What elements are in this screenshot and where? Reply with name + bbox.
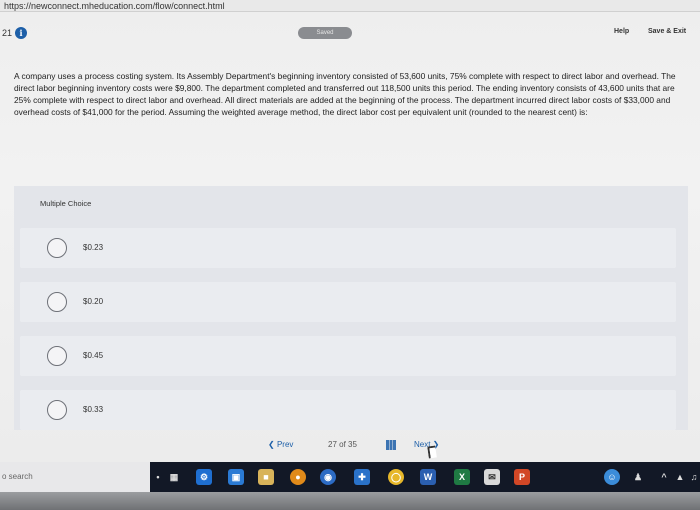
volume-icon[interactable]: ♫ [686, 469, 700, 485]
choice-label: $0.45 [83, 351, 104, 360]
chevron-up-icon[interactable]: ^ [656, 469, 672, 485]
radio-button[interactable] [47, 346, 67, 366]
multiple-choice-label: Multiple Choice [40, 199, 92, 208]
powerpoint-icon[interactable]: P [514, 469, 530, 485]
excel-icon[interactable]: X [454, 469, 470, 485]
choice-label: $0.23 [83, 243, 104, 252]
mail-icon[interactable]: ✉ [484, 469, 500, 485]
radio-button[interactable] [47, 400, 67, 420]
browser-screen: https://newconnect.mheducation.com/flow/… [0, 0, 700, 462]
app-icon[interactable]: ✚ [354, 469, 370, 485]
radio-button[interactable] [47, 238, 67, 258]
save-exit-button[interactable]: Save & Exit [648, 28, 686, 35]
question-number: 21 i [2, 27, 28, 39]
choice-option-1[interactable]: $0.23 [20, 228, 676, 268]
radio-button[interactable] [47, 292, 67, 312]
word-icon[interactable]: W [420, 469, 436, 485]
address-bar[interactable]: https://newconnect.mheducation.com/flow/… [0, 0, 700, 12]
question-text: A company uses a process costing system.… [14, 71, 676, 117]
prev-label: Prev [276, 440, 294, 449]
prev-button[interactable]: ❮ Prev [268, 440, 293, 449]
pagination: ❮ Prev 27 of 35 Next ❯ [268, 440, 468, 454]
help-button[interactable]: Help [614, 28, 629, 35]
choice-option-4[interactable]: $0.33 [20, 390, 676, 430]
photos-icon[interactable]: ▣ [228, 469, 244, 485]
monitor-bezel [0, 492, 700, 510]
top-bar: 21 i Saved Help Save & Exit [0, 22, 700, 46]
choice-option-3[interactable]: $0.45 [20, 336, 676, 376]
taskbar-search-input[interactable]: o search [0, 462, 150, 492]
multiple-choice-panel: Multiple Choice $0.23 $0.20 $0.45 $0.33 [14, 186, 688, 430]
choice-label: $0.33 [83, 405, 104, 414]
chevron-left-icon: ❮ [268, 440, 277, 449]
chrome-icon[interactable]: ◯ [388, 469, 404, 485]
choice-label: $0.20 [83, 297, 104, 306]
hp-icon[interactable]: ◉ [320, 469, 336, 485]
choice-option-2[interactable]: $0.20 [20, 282, 676, 322]
hand-cursor-icon [427, 445, 437, 459]
microphone-icon[interactable]: • [150, 469, 166, 485]
url-text: https://newconnect.mheducation.com/flow/… [4, 1, 225, 11]
saved-status-badge: Saved [298, 27, 352, 39]
grid-icon[interactable] [386, 440, 396, 450]
question-number-text: 21 [2, 28, 13, 38]
info-icon[interactable]: i [15, 27, 28, 39]
user-icon[interactable]: ☺ [604, 469, 620, 485]
task-view-icon[interactable]: ▦ [166, 469, 182, 485]
settings-icon[interactable]: ⚙ [196, 469, 212, 485]
windows-taskbar: o search • ▦ ⚙ ▣ ■ ● ◉ ✚ ◯ W X ✉ P ☺ ♟ ^… [0, 462, 700, 492]
firefox-icon[interactable]: ● [290, 469, 306, 485]
people-icon[interactable]: ♟ [630, 469, 646, 485]
page-indicator: 27 of 35 [328, 440, 357, 449]
store-icon[interactable]: ■ [258, 469, 274, 485]
